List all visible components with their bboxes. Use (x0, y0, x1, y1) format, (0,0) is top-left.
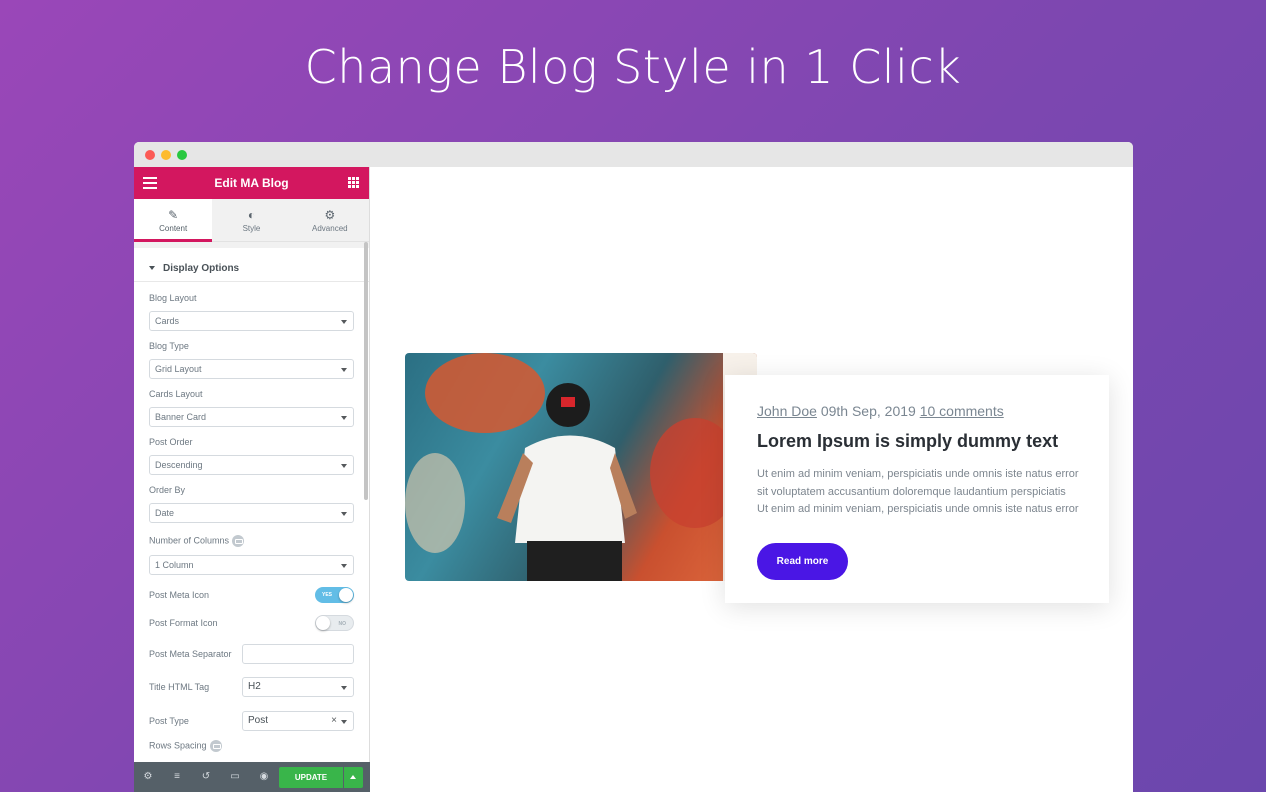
preview-eye-icon[interactable]: ◉ (259, 772, 269, 782)
close-window-button[interactable] (145, 150, 155, 160)
rows-spacing-label: Rows Spacing (149, 740, 354, 752)
post-date: 09th Sep, 2019 (820, 403, 916, 419)
order-by-value: Date (155, 508, 175, 518)
chevron-down-icon (341, 719, 347, 724)
section-display-options[interactable]: Display Options (134, 242, 369, 282)
excerpt-line: Ut enim ad minim veniam, perspiciatis un… (757, 468, 1079, 480)
tab-style-label: Style (242, 224, 261, 233)
update-button[interactable]: UPDATE (279, 767, 343, 788)
num-columns-label: Number of Columns (149, 535, 354, 547)
post-meta-icon-label: Post Meta Icon (149, 590, 210, 600)
post-title[interactable]: Lorem Ipsum is simply dummy text (757, 431, 1089, 452)
blog-layout-label: Blog Layout (149, 293, 197, 303)
editor-panel: Edit MA Blog ✎ Content ◐ Style ⚙ Advance… (134, 167, 370, 792)
tab-advanced-label: Advanced (312, 224, 348, 233)
blog-type-select[interactable]: Grid Layout (149, 359, 354, 379)
tab-content-label: Content (159, 224, 188, 233)
title-html-tag-label: Title HTML Tag (149, 681, 210, 692)
panel-header: Edit MA Blog (134, 167, 369, 199)
excerpt-line: sit voluptatem accusantium doloremque la… (757, 485, 1066, 498)
blog-layout-value: Cards (155, 316, 180, 326)
chevron-down-icon (341, 564, 347, 568)
toggle-state: NO (338, 621, 347, 627)
contrast-icon: ◐ (247, 208, 256, 222)
cards-layout-value: Banner Card (155, 412, 207, 422)
pencil-icon: ✎ (168, 208, 179, 222)
update-options-button[interactable] (344, 767, 363, 788)
cards-layout-label: Cards Layout (149, 389, 203, 399)
blog-type-label: Blog Type (149, 341, 189, 351)
post-author-link[interactable]: John Doe (757, 403, 817, 419)
navigator-layers-icon[interactable]: ≡ (172, 772, 182, 782)
post-card: John Doe 09th Sep, 2019 10 comments Lore… (725, 375, 1109, 603)
chevron-down-icon (341, 464, 347, 468)
responsive-icon[interactable] (209, 740, 222, 752)
panel-title: Edit MA Blog (214, 176, 289, 190)
post-type-value: Post (248, 714, 269, 726)
toggle-knob (339, 588, 353, 602)
settings-icon[interactable]: ⚙ (143, 772, 153, 782)
rows-spacing-label-text: Rows Spacing (149, 740, 207, 751)
chevron-down-icon (341, 320, 347, 324)
chevron-down-icon (341, 368, 347, 372)
history-icon[interactable]: ↺ (201, 772, 211, 782)
tab-style[interactable]: ◐ Style (212, 199, 290, 241)
toggle-knob (316, 616, 330, 630)
post-meta-icon-toggle[interactable]: YES (315, 587, 354, 603)
excerpt-line: Ut enim ad minim veniam, perspiciatis un… (757, 503, 1079, 515)
blog-layout-select[interactable]: Cards (149, 311, 354, 331)
post-order-select[interactable]: Descending (149, 455, 354, 475)
preview-canvas: John Doe 09th Sep, 2019 10 comments Lore… (371, 167, 1133, 792)
browser-window: Edit MA Blog ✎ Content ◐ Style ⚙ Advance… (134, 142, 1133, 792)
num-columns-label-text: Number of Columns (149, 535, 230, 546)
cards-layout-select[interactable]: Banner Card (149, 407, 354, 427)
maximize-window-button[interactable] (177, 150, 187, 160)
panel-tabs: ✎ Content ◐ Style ⚙ Advanced (134, 199, 369, 242)
title-html-tag-value: H2 (248, 680, 261, 692)
caret-down-icon (149, 266, 155, 271)
num-columns-value: 1 Column (155, 560, 194, 570)
chevron-down-icon (341, 512, 347, 516)
section-title: Display Options (163, 263, 240, 274)
read-more-button[interactable]: Read more (757, 543, 848, 580)
widgets-grid-icon[interactable] (348, 177, 359, 188)
tab-advanced[interactable]: ⚙ Advanced (291, 199, 369, 241)
post-format-icon-toggle[interactable]: NO (315, 615, 354, 631)
order-by-select[interactable]: Date (149, 503, 354, 523)
post-type-label: Post Type (149, 715, 189, 726)
panel-footer: ⚙ ≡ ↺ ▭ ◉ UPDATE (134, 762, 370, 792)
clear-icon[interactable]: × (331, 715, 337, 726)
gear-icon: ⚙ (324, 208, 336, 222)
page-headline: Change Blog Style in 1 Click (304, 40, 962, 94)
post-order-label: Post Order (149, 437, 193, 447)
responsive-icon[interactable] (232, 535, 245, 547)
title-html-tag-select[interactable]: H2 (242, 676, 354, 697)
toggle-state: YES (322, 592, 333, 598)
chevron-down-icon (341, 685, 347, 690)
panel-scrollbar[interactable] (364, 242, 368, 500)
minimize-window-button[interactable] (161, 150, 171, 160)
panel-controls: Display Options Blog Layout Cards Blog T… (134, 242, 369, 762)
post-meta-separator-label: Post Meta Separator (149, 648, 232, 659)
responsive-mode-icon[interactable]: ▭ (230, 772, 240, 782)
post-meta-separator-input[interactable] (242, 643, 354, 664)
num-columns-select[interactable]: 1 Column (149, 555, 354, 575)
post-order-value: Descending (155, 460, 203, 470)
tab-content[interactable]: ✎ Content (134, 199, 213, 242)
graffiti-photo-illustration (405, 353, 757, 581)
post-type-select[interactable]: Post × (242, 710, 354, 731)
post-excerpt: Ut enim ad minim veniam, perspiciatis un… (757, 466, 1089, 519)
post-featured-image[interactable] (405, 353, 757, 581)
blog-type-value: Grid Layout (155, 364, 202, 374)
order-by-label: Order By (149, 485, 186, 495)
post-comments-link[interactable]: 10 comments (920, 403, 1004, 419)
post-format-icon-label: Post Format Icon (149, 618, 218, 628)
post-meta: John Doe 09th Sep, 2019 10 comments (757, 403, 1089, 419)
window-titlebar (134, 142, 1133, 167)
chevron-down-icon (341, 416, 347, 420)
